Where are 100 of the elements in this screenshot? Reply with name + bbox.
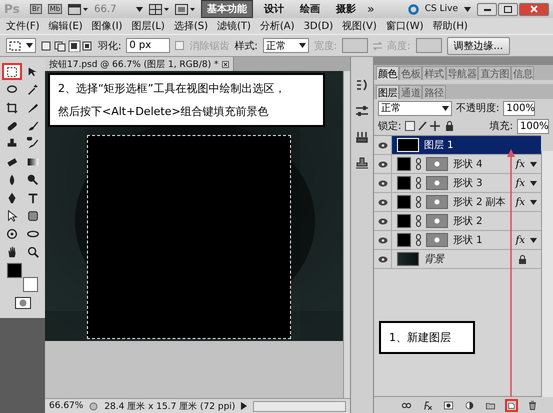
zoom-percentage[interactable]: 66.67% [49, 401, 84, 411]
chain-icon [416, 177, 421, 189]
layer-row[interactable]: 形状 2 [374, 212, 541, 231]
eye-icon[interactable] [378, 198, 388, 206]
stamp-icon[interactable] [355, 157, 369, 169]
lock-label: 锁定: [378, 120, 402, 133]
lock-options-icons[interactable] [405, 121, 456, 131]
layer-name: 形状 2 [453, 214, 484, 228]
style-select[interactable]: 正常 [262, 38, 309, 53]
menu-item[interactable]: 滤镜(T) [216, 19, 251, 33]
play-arrow-icon[interactable] [241, 402, 248, 410]
type-icon [26, 190, 40, 204]
layer-thumbnail [397, 176, 411, 190]
cs-live-button[interactable]: CS Live [424, 4, 458, 14]
tool-button[interactable] [2, 63, 22, 80]
layer-name: 形状 1 [453, 234, 484, 247]
antialias-label: 消除锯齿 [189, 40, 230, 52]
layer-row[interactable]: 形状 2 副本 fx [374, 193, 541, 212]
caret-icon [464, 6, 471, 12]
layer-row[interactable]: 形状 4 fx [374, 155, 541, 174]
refine-edge-button[interactable]: 调整边缘... [446, 36, 510, 54]
link-icon [402, 402, 412, 408]
panel-tab[interactable]: 路径 [422, 85, 446, 99]
eye-icon[interactable] [378, 142, 388, 148]
quick-mask-icon[interactable] [14, 297, 30, 309]
document-tab[interactable]: 按钮17.psd @ 66.7% (图层 1, RGB/8) * [45, 57, 234, 71]
fill-field[interactable]: 100% [517, 118, 549, 134]
menu-item[interactable]: 分析(A) [260, 19, 295, 33]
close-icon[interactable] [222, 60, 230, 68]
minimize-button[interactable] [477, 2, 497, 16]
width-field[interactable] [342, 38, 368, 53]
visibility-toggle[interactable] [374, 136, 392, 154]
effects-label[interactable]: fx [516, 196, 525, 208]
menu-item[interactable]: 选择(S) [174, 19, 208, 33]
opacity-field[interactable]: 100% [503, 100, 536, 116]
eye-icon[interactable] [378, 180, 388, 186]
eye-icon[interactable] [378, 218, 388, 224]
layer-name: 形状 2 副本 [453, 196, 507, 209]
chain-icon [416, 158, 421, 170]
panel-button[interactable] [442, 398, 455, 412]
eye-icon[interactable] [378, 256, 388, 262]
effects-label[interactable]: fx [516, 234, 525, 246]
screen-mode-icon[interactable] [175, 4, 196, 14]
layer-thumbnail [397, 138, 419, 152]
menu-item[interactable]: 编辑(E) [48, 19, 83, 33]
menu-item[interactable]: 3D(D) [304, 20, 334, 32]
fill-label: 填充: [490, 120, 513, 133]
tool-preset-picker[interactable] [6, 38, 36, 53]
menu-item[interactable]: 视图(V) [342, 19, 377, 33]
horizontal-scrollbar[interactable] [253, 400, 346, 412]
arrange-documents-icon[interactable] [149, 4, 170, 14]
layer-name: 背景 [424, 252, 446, 266]
width-label: 宽度: [314, 40, 338, 52]
layer-row[interactable]: 图层 1 [374, 136, 541, 155]
menu-item[interactable]: 窗口(W) [386, 19, 424, 33]
selection-mode-icons[interactable] [41, 40, 93, 52]
effects-label[interactable]: fx [516, 178, 525, 188]
foreground-color-swatch[interactable] [7, 263, 22, 278]
panel-tab[interactable]: 导航器 [446, 66, 478, 80]
panel-tab[interactable]: 信息 [511, 66, 534, 80]
instruction-text: 1、新建图层 [389, 330, 452, 345]
workspace-button[interactable]: 绘画 [295, 1, 326, 17]
background-color-swatch[interactable] [23, 277, 38, 292]
panel-tab[interactable]: 通道 [399, 85, 422, 99]
more-workspaces-button[interactable]: » [367, 2, 375, 16]
wand-icon [26, 82, 40, 96]
panel-tab[interactable]: 颜色 [376, 66, 400, 80]
workspace-button[interactable]: 基本功能 [201, 0, 254, 18]
layers-scrollbar[interactable] [541, 151, 553, 397]
vertical-scrollbar[interactable] [343, 71, 350, 398]
effects-label[interactable]: fx [516, 158, 525, 170]
menu-item[interactable]: 文件(F) [6, 19, 40, 33]
workspace-button[interactable]: 摄影 [331, 1, 362, 17]
maximize-button[interactable] [498, 2, 518, 16]
chain-icon [416, 234, 421, 246]
menu-item[interactable]: 图层(L) [131, 19, 165, 33]
panel-tab[interactable]: 样式 [422, 66, 446, 80]
eye-icon[interactable] [378, 236, 388, 244]
close-button[interactable] [519, 2, 549, 16]
panel-button[interactable] [505, 398, 518, 412]
blend-mode-select[interactable]: 正常 [378, 100, 452, 116]
menu-item[interactable]: 帮助(H) [432, 19, 468, 33]
layer-row[interactable]: 背景 [374, 250, 541, 269]
dot-icon [434, 218, 440, 224]
status-icon [89, 402, 98, 410]
layer-thumbnail [397, 157, 411, 171]
panel-tab[interactable]: 直方图 [478, 66, 512, 80]
rectangle-shape-icon [26, 208, 40, 222]
height-field[interactable] [416, 38, 442, 53]
workspace-button[interactable]: 设计 [259, 1, 290, 17]
panel-tab[interactable]: 色板 [399, 66, 422, 80]
layer-row[interactable]: 形状 1 fx [374, 231, 541, 250]
sliders-icon[interactable] [355, 105, 369, 117]
layer-row[interactable]: 形状 3 fx [374, 174, 541, 193]
eye-icon[interactable] [378, 160, 388, 168]
menu-item[interactable]: 图像(I) [92, 19, 122, 33]
view-extras-icon[interactable] [68, 4, 88, 14]
panel-tab[interactable]: 图层 [376, 85, 400, 99]
feather-field[interactable]: 0 px [126, 38, 170, 53]
panel-button[interactable] [526, 398, 539, 412]
